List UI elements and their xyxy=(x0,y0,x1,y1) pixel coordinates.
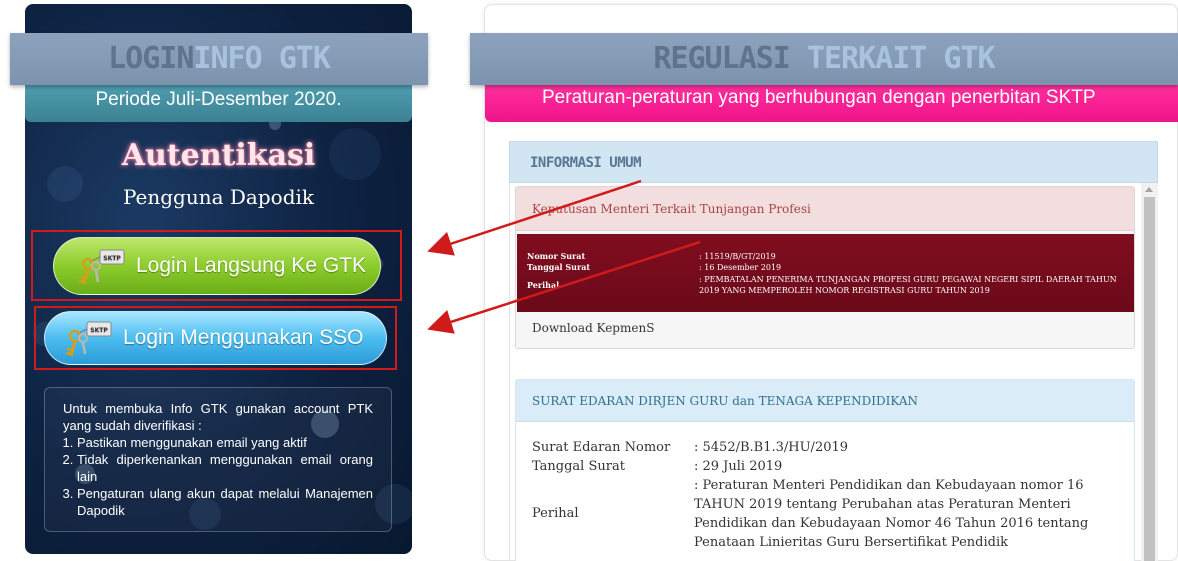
nomor-surat-label: Nomor Surat xyxy=(527,251,586,261)
surat-edaran-tanggal-value: : 29 Juli 2019 xyxy=(694,459,783,474)
list-item: Pastikan menggunakan email yang aktif xyxy=(77,434,373,451)
login-instructions-box: Untuk membuka Info GTK gunakan account P… xyxy=(44,387,392,532)
key-tag-text: SKTP xyxy=(90,327,108,334)
perihal-value: : PEMBATALAN PENERIMA TUNJANGAN PROFESI … xyxy=(699,275,1117,295)
tanggal-surat-label: Tanggal Surat xyxy=(527,262,591,272)
list-item: Tidak diperkenankan menggunakan email or… xyxy=(77,451,373,485)
login-sso-button[interactable]: SKTP Login Menggunakan SSO xyxy=(44,311,387,365)
login-sso-button-label: Login Menggunakan SSO xyxy=(123,326,364,349)
header-word-terkait-gtk: TERKAIT GTK xyxy=(806,41,996,76)
login-gtk-button[interactable]: SKTP Login Langsung Ke GTK xyxy=(53,237,381,295)
header-word-login: LOGIN xyxy=(108,41,194,76)
auth-subtitle: Pengguna Dapodik xyxy=(122,185,315,209)
key-tag-icon: SKTP xyxy=(65,321,112,357)
vertical-scrollbar[interactable] xyxy=(1141,183,1158,561)
surat-edaran-card: SURAT EDARAN DIRJEN GURU dan TENAGA KEPE… xyxy=(515,379,1135,561)
regulation-subtitle: Peraturan-peraturan yang berhubungan den… xyxy=(485,85,1178,122)
surat-edaran-nomor-value: : 5452/B.B1.3/HU/2019 xyxy=(694,440,849,455)
header-word-info-gtk: INFO GTK xyxy=(193,41,330,76)
key-tag-text: SKTP xyxy=(103,255,121,262)
download-kepmen-link[interactable]: Download KepmenS xyxy=(532,321,654,335)
kepmen-card: Keputusan Menteri Terkait Tunjangan Prof… xyxy=(515,186,1135,349)
period-label: Periode Juli-Desember 2020. xyxy=(25,85,412,122)
scroll-up-arrow-icon[interactable] xyxy=(1145,187,1153,192)
login-gtk-button-label: Login Langsung Ke GTK xyxy=(136,254,366,277)
auth-title: Autentikasi xyxy=(121,138,316,173)
surat-edaran-perihal-value: : Peraturan Menteri Pendidikan dan Kebud… xyxy=(694,478,1089,550)
perihal-label: Perihal xyxy=(527,280,560,290)
tanggal-surat-value: : 16 Desember 2019 xyxy=(699,263,782,272)
regulasi-terkait-gtk-header: REGULASI TERKAIT GTK xyxy=(470,33,1178,85)
login-info-gtk-header: LOGININFO GTK xyxy=(10,33,428,85)
list-item: Pengaturan ulang akun dapat melalui Mana… xyxy=(77,485,373,519)
nomor-surat-value: : 11519/B/GT/2019 xyxy=(699,252,776,261)
surat-edaran-card-heading: SURAT EDARAN DIRJEN GURU dan TENAGA KEPE… xyxy=(516,380,1134,422)
instructions-list: Pastikan menggunakan email yang aktif Ti… xyxy=(77,434,373,519)
scrollbar-thumb[interactable] xyxy=(1144,197,1155,561)
surat-edaran-perihal-label: Perihal xyxy=(532,506,579,521)
instructions-intro: Untuk membuka Info GTK gunakan account P… xyxy=(63,401,373,433)
surat-edaran-nomor-label: Surat Edaran Nomor xyxy=(532,440,671,455)
key-tag-icon: SKTP xyxy=(78,249,125,285)
kepmen-card-heading: Keputusan Menteri Terkait Tunjangan Prof… xyxy=(516,187,1134,231)
surat-edaran-tanggal-label: Tanggal Surat xyxy=(532,459,625,474)
header-word-regulasi: REGULASI xyxy=(653,41,790,76)
section-title-informasi-umum: INFORMASI UMUM xyxy=(509,141,1158,183)
kepmen-details: Nomor Surat : 11519/B/GT/2019 Tanggal Su… xyxy=(517,234,1134,312)
